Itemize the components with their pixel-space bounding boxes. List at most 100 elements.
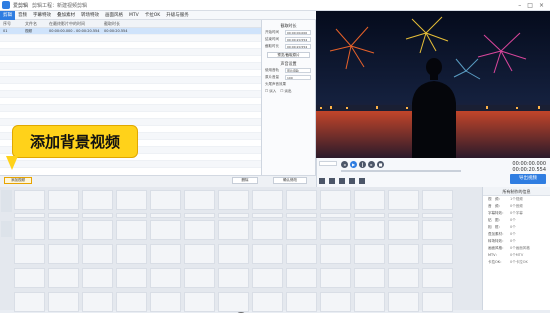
empty-clip-slot[interactable] [184, 220, 215, 240]
empty-clip-slot[interactable] [116, 244, 147, 264]
empty-clip-slot[interactable] [320, 268, 351, 288]
empty-clip-slot[interactable] [184, 244, 215, 264]
empty-clip-slot[interactable] [218, 220, 249, 240]
clip-row[interactable]: 01 视频 00:00:00.000 - 00:00:20.554 00:00:20.… [0, 28, 261, 35]
empty-clip-slot[interactable] [150, 220, 181, 240]
empty-clip-slot[interactable] [82, 190, 113, 210]
audio-slot[interactable] [116, 213, 147, 218]
empty-clip-slot[interactable] [320, 190, 351, 210]
empty-clip-slot[interactable] [354, 220, 385, 240]
empty-clip-slot[interactable] [82, 244, 113, 264]
share-icon[interactable] [359, 178, 365, 184]
empty-clip-slot[interactable] [388, 190, 419, 210]
empty-clip-slot[interactable] [286, 244, 317, 264]
audio-slot[interactable] [14, 213, 45, 218]
empty-clip-slot[interactable] [388, 292, 419, 312]
menu-tab[interactable]: 字幕特效 [30, 11, 54, 20]
empty-clip-slot[interactable] [48, 268, 79, 288]
fade-in-checkbox[interactable]: ☐ 淡入 [265, 89, 276, 94]
empty-clip-slot[interactable] [14, 268, 45, 288]
empty-clip-slot[interactable] [14, 244, 45, 264]
minimize-icon[interactable]: – [518, 2, 521, 9]
empty-clip-slot[interactable] [116, 220, 147, 240]
audio-slot[interactable] [286, 213, 317, 218]
empty-clip-slot[interactable] [422, 190, 453, 210]
empty-clip-slot[interactable] [286, 292, 317, 312]
audio-slot[interactable] [388, 213, 419, 218]
empty-clip-slot[interactable] [354, 190, 385, 210]
volume-icon[interactable] [319, 178, 325, 184]
empty-clip-slot[interactable] [354, 292, 385, 312]
delete-button[interactable]: 删除 [232, 177, 258, 184]
preview-clip-button[interactable]: 预览/截取原片 [267, 52, 310, 58]
empty-clip-slot[interactable] [82, 268, 113, 288]
setting-input[interactable]: 00:00:00.000 [285, 30, 311, 35]
empty-clip-slot[interactable] [14, 220, 45, 240]
empty-clip-slot[interactable] [82, 292, 113, 312]
empty-clip-slot[interactable] [184, 190, 215, 210]
empty-clip-slot[interactable] [150, 190, 181, 210]
setting-input[interactable]: 100 [285, 75, 311, 80]
menu-tab[interactable]: 卡拉OK [142, 11, 164, 20]
menu-tab[interactable]: 转场特效 [78, 11, 102, 20]
empty-clip-slot[interactable] [150, 244, 181, 264]
setting-input[interactable]: 00:00:20.554 [285, 44, 311, 49]
empty-clip-slot[interactable] [320, 292, 351, 312]
close-window-icon[interactable]: × [539, 2, 544, 9]
empty-clip-slot[interactable] [48, 292, 79, 312]
audio-slot[interactable] [320, 213, 351, 218]
empty-clip-slot[interactable] [218, 190, 249, 210]
empty-clip-slot[interactable] [48, 244, 79, 264]
play-icon[interactable]: ▶ [350, 161, 357, 168]
empty-clip-slot[interactable] [422, 244, 453, 264]
empty-clip-slot[interactable] [354, 268, 385, 288]
menu-tab[interactable]: 剪辑 [0, 10, 15, 20]
empty-clip-slot[interactable] [184, 292, 215, 312]
export-video-button[interactable]: 导出视频 [510, 174, 546, 184]
empty-clip-slot[interactable] [320, 244, 351, 264]
menu-tab[interactable]: 叠加素材 [54, 11, 78, 20]
audio-slot[interactable] [82, 213, 113, 218]
empty-clip-slot[interactable] [388, 268, 419, 288]
empty-clip-slot[interactable] [150, 292, 181, 312]
audio-slot[interactable] [422, 213, 453, 218]
screenshot-icon[interactable] [339, 178, 345, 184]
empty-clip-slot[interactable] [286, 190, 317, 210]
empty-clip-slot[interactable] [150, 268, 181, 288]
audio-slot[interactable] [218, 213, 249, 218]
empty-clip-slot[interactable] [218, 292, 249, 312]
stop-icon[interactable]: ■ [377, 161, 384, 168]
audio-slot[interactable] [252, 213, 283, 218]
empty-clip-slot[interactable] [82, 220, 113, 240]
audio-slot[interactable] [354, 213, 385, 218]
audio-slot[interactable] [184, 213, 215, 218]
pause-icon[interactable]: ‖ [359, 161, 366, 168]
empty-clip-slot[interactable] [14, 292, 45, 312]
add-video-button[interactable]: 添加视频 [4, 177, 32, 184]
empty-clip-slot[interactable] [354, 244, 385, 264]
empty-clip-slot[interactable] [286, 220, 317, 240]
maximize-icon[interactable]: □ [527, 2, 533, 9]
setting-input[interactable]: 原片音轨 [285, 68, 311, 73]
empty-clip-slot[interactable] [422, 292, 453, 312]
empty-clip-slot[interactable] [184, 268, 215, 288]
empty-clip-slot[interactable] [252, 292, 283, 312]
empty-clip-slot[interactable] [422, 220, 453, 240]
fullscreen-icon[interactable] [329, 178, 335, 184]
empty-clip-slot[interactable] [422, 268, 453, 288]
empty-clip-slot[interactable] [218, 244, 249, 264]
audio-slot[interactable] [48, 213, 79, 218]
empty-clip-slot[interactable] [252, 268, 283, 288]
crop-icon[interactable] [349, 178, 355, 184]
menu-tab[interactable]: 升级与服务 [163, 11, 192, 20]
fade-out-checkbox[interactable]: ☐ 淡出 [280, 89, 291, 94]
empty-clip-slot[interactable] [252, 244, 283, 264]
empty-clip-slot[interactable] [252, 190, 283, 210]
speed-select[interactable] [319, 161, 337, 166]
prev-frame-icon[interactable]: ◂ [341, 161, 348, 168]
menu-tab[interactable]: 画面风格 [102, 11, 126, 20]
menu-tab[interactable]: 音频 [15, 11, 30, 20]
menu-tab[interactable]: MTV [126, 11, 142, 20]
progress-bar[interactable] [341, 170, 461, 172]
empty-clip-slot[interactable] [48, 220, 79, 240]
